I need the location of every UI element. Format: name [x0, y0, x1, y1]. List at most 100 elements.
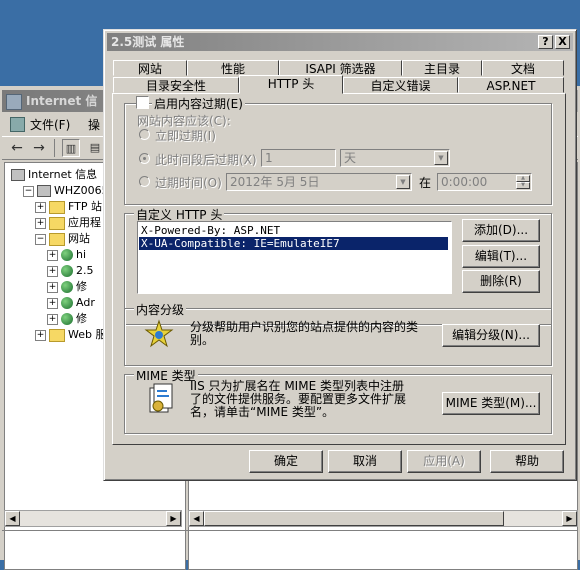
header-item[interactable]: X-Powered-By: ASP.NET — [139, 224, 280, 237]
help-caption-button[interactable]: ? — [538, 35, 553, 49]
properties-icon[interactable]: ▤ — [86, 139, 104, 157]
tab-aspnet[interactable]: ASP.NET — [458, 77, 564, 93]
mime-types-button[interactable]: MIME 类型(M)... — [442, 392, 540, 415]
radio-expire-immediately-label[interactable]: 立即过期(I) — [155, 127, 216, 144]
radio-expire-immediately[interactable] — [139, 129, 150, 140]
tree-item[interactable]: + 应用程 — [35, 215, 101, 231]
scroll-left-icon[interactable]: ◀ — [189, 511, 204, 526]
expand-icon[interactable]: + — [35, 201, 46, 213]
tree-item[interactable]: + FTP 站 — [35, 199, 102, 215]
radio-expire-after-label[interactable]: 此时间段后过期(X) — [155, 151, 257, 168]
edit-ratings-button[interactable]: 编辑分级(N)... — [442, 324, 540, 347]
scroll-right-icon[interactable]: ▶ — [166, 511, 181, 526]
expand-icon[interactable]: + — [47, 313, 58, 325]
forward-arrow-icon[interactable]: → — [30, 139, 48, 157]
help-button[interactable]: 帮助 — [490, 450, 564, 473]
globe-icon — [61, 313, 73, 325]
header-item-selected[interactable]: X-UA-Compatible: IE=EmulateIE7 — [138, 236, 449, 251]
scroll-right-icon[interactable]: ▶ — [562, 511, 577, 526]
globe-icon — [61, 297, 73, 309]
expand-icon[interactable]: + — [47, 297, 58, 309]
collapse-icon[interactable]: − — [35, 233, 46, 245]
tab-http-headers[interactable]: HTTP 头 — [239, 75, 343, 94]
tree-item[interactable]: − 网站 — [35, 231, 90, 247]
radio-expire-after[interactable] — [139, 153, 150, 164]
mime-types-description: IIS 只为扩展名在 MIME 类型列表中注册了的文件提供服务。要配置更多文件扩… — [190, 379, 407, 419]
expand-icon[interactable]: + — [47, 249, 58, 261]
at-label: 在 — [419, 176, 432, 190]
spin-up-icon[interactable]: ▲ — [516, 175, 530, 182]
tree-item[interactable]: +2.5 — [47, 263, 94, 279]
cancel-button[interactable]: 取消 — [328, 450, 402, 473]
menu-action[interactable]: 操 — [88, 116, 100, 133]
expand-icon[interactable]: + — [35, 217, 46, 229]
chevron-down-icon[interactable]: ▼ — [434, 151, 448, 165]
ok-button[interactable]: 确定 — [249, 450, 323, 473]
tree-item[interactable]: + 修 — [47, 311, 87, 327]
mime-types-icon — [149, 383, 173, 413]
tree-item-label: 应用程 — [68, 216, 101, 229]
tree-item-label: 修 — [76, 312, 87, 325]
tab-home-directory[interactable]: 主目录 — [402, 60, 482, 76]
scroll-left-icon[interactable]: ◀ — [5, 511, 20, 526]
expand-icon[interactable]: + — [35, 329, 46, 341]
tree-item-label: 2.5 — [76, 264, 94, 277]
enable-expiration-label[interactable]: 启用内容过期(E) — [152, 95, 245, 112]
tree-item-label: hi — [76, 248, 87, 261]
apply-button[interactable]: 应用(A) — [407, 450, 481, 473]
radio-expire-on-label[interactable]: 过期时间(O) — [155, 174, 222, 191]
add-header-button[interactable]: 添加(D)... — [462, 219, 540, 242]
expire-time-value: 0:00:00 — [441, 175, 488, 189]
chevron-down-icon[interactable]: ▼ — [396, 175, 410, 189]
dialog-title: 2.5测试 属性 — [111, 35, 185, 49]
properties-dialog: 2.5测试 属性 ? X 网站 性能 ISAPI 筛选器 主目录 文档 目录安全… — [103, 29, 577, 481]
expire-after-unit-select[interactable]: 天 ▼ — [340, 149, 450, 167]
globe-icon — [61, 281, 73, 293]
tree-item-label: Adr — [76, 296, 95, 309]
toolbar-separator — [54, 139, 55, 157]
expire-date-value: 2012年 5月 5日 — [230, 175, 320, 189]
content-rating-legend: 内容分级 — [134, 301, 187, 318]
tab-isapi-filters[interactable]: ISAPI 筛选器 — [279, 60, 402, 76]
tree-horizontal-scrollbar[interactable]: ◀ ▶ — [4, 510, 182, 527]
computer-icon — [37, 185, 51, 197]
expire-date-picker[interactable]: 2012年 5月 5日 ▼ — [226, 173, 412, 191]
expand-icon[interactable]: + — [47, 265, 58, 277]
collapse-icon[interactable]: − — [23, 185, 34, 197]
tab-documents[interactable]: 文档 — [482, 60, 564, 76]
folder-icon — [49, 216, 65, 230]
tree-item[interactable]: Internet 信息 — [11, 167, 97, 183]
expand-icon[interactable]: + — [47, 281, 58, 293]
spin-down-icon[interactable]: ▼ — [516, 182, 530, 189]
iis-app-icon — [6, 93, 22, 110]
tab-directory-security[interactable]: 目录安全性 — [113, 77, 239, 93]
enable-expiration-checkbox[interactable] — [136, 96, 149, 109]
tree-item[interactable]: + Adr — [47, 295, 95, 311]
expire-after-value-input[interactable]: 1 — [261, 149, 336, 167]
tree-item-label: FTP 站 — [68, 200, 102, 213]
tab-website[interactable]: 网站 — [113, 60, 187, 76]
folder-icon — [49, 328, 65, 342]
tab-custom-errors[interactable]: 自定义错误 — [343, 77, 458, 93]
show-tree-icon[interactable]: ▥ — [62, 139, 80, 157]
custom-headers-list[interactable]: X-Powered-By: ASP.NET X-UA-Compatible: I… — [137, 221, 452, 294]
details-horizontal-scrollbar[interactable]: ◀ ▶ — [188, 510, 578, 527]
back-arrow-icon[interactable]: ← — [8, 139, 26, 157]
folder-icon — [49, 232, 65, 246]
tree-item-label: Web 服 — [68, 328, 107, 341]
menu-file[interactable]: 文件(F) — [30, 116, 70, 133]
scroll-thumb[interactable] — [204, 511, 504, 526]
close-caption-button[interactable]: X — [555, 35, 570, 49]
tree-item[interactable]: + Web 服 — [35, 327, 106, 343]
delete-header-button[interactable]: 删除(R) — [462, 270, 540, 293]
dialog-titlebar[interactable]: 2.5测试 属性 — [107, 33, 573, 51]
tab-performance[interactable]: 性能 — [187, 60, 279, 76]
expire-after-unit-value: 天 — [344, 151, 357, 165]
iis-window-title: Internet 信 — [26, 94, 98, 108]
radio-expire-on[interactable] — [139, 176, 150, 187]
expire-time-input[interactable]: 0:00:00 ▲ ▼ — [437, 173, 532, 191]
globe-icon — [61, 249, 73, 261]
tree-item[interactable]: + 修 — [47, 279, 87, 295]
tree-item[interactable]: + hi — [47, 247, 86, 263]
edit-header-button[interactable]: 编辑(T)... — [462, 245, 540, 268]
